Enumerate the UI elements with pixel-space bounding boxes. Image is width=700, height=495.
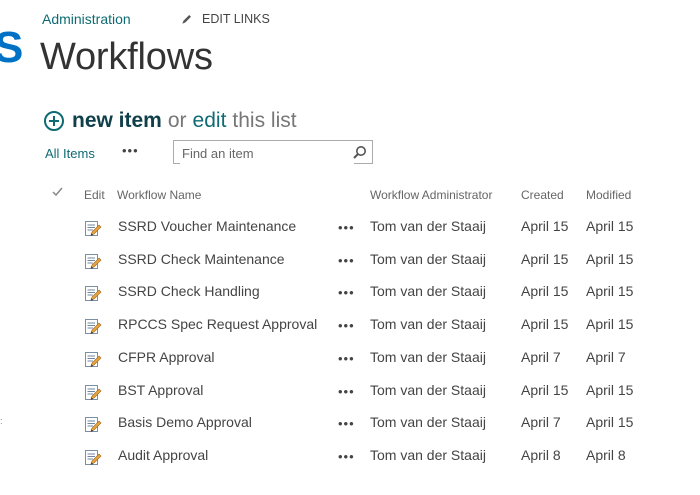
pencil-icon [182,15,191,24]
column-header-created[interactable]: Created [521,188,564,202]
table-row: BST Approval ••• Tom van der Staaij Apri… [0,382,700,415]
edit-document-icon[interactable] [84,351,102,369]
table-row: SSRD Voucher Maintenance ••• Tom van der… [0,218,700,251]
edit-list-link[interactable]: edit [193,109,227,133]
modified-date: April 7 [586,349,626,365]
table-row: SSRD Check Maintenance ••• Tom van der S… [0,251,700,284]
item-more-button[interactable]: ••• [338,285,355,300]
breadcrumb-site-link[interactable]: Administration [42,11,131,27]
site-logo-fragment: S [0,23,24,72]
page-title: Workflows [40,36,213,78]
item-more-button[interactable]: ••• [338,220,355,235]
view-all-items[interactable]: All Items [45,146,95,161]
edit-document-icon[interactable] [84,384,102,402]
column-header-workflow-name[interactable]: Workflow Name [117,188,201,202]
workflow-name-link[interactable]: SSRD Check Handling [118,283,260,299]
workflow-administrator: Tom van der Staaij [370,414,486,430]
column-header-modified[interactable]: Modified [586,188,631,202]
or-text: or [167,109,187,132]
item-more-button[interactable]: ••• [338,449,355,464]
item-more-button[interactable]: ••• [338,351,355,366]
workflow-name-link[interactable]: SSRD Check Maintenance [118,251,285,267]
edit-links-label: EDIT LINKS [202,12,270,26]
new-item-link[interactable]: new item [72,109,162,133]
created-date: April 8 [521,447,561,463]
workflow-name-link[interactable]: Basis Demo Approval [118,414,252,430]
item-more-button[interactable]: ••• [338,416,355,431]
edit-document-icon[interactable] [84,285,102,303]
view-more-button[interactable]: ••• [122,143,139,158]
modified-date: April 15 [586,382,634,398]
edit-document-icon[interactable] [84,253,102,271]
workflow-administrator: Tom van der Staaij [370,218,486,234]
workflow-administrator: Tom van der Staaij [370,349,486,365]
created-date: April 15 [521,251,569,267]
workflow-name-link[interactable]: SSRD Voucher Maintenance [118,218,296,234]
created-date: April 7 [521,414,561,430]
plus-circle-icon[interactable] [44,111,64,131]
table-row: SSRD Check Handling ••• Tom van der Staa… [0,283,700,316]
created-date: April 15 [521,382,569,398]
search-input[interactable] [180,142,354,164]
column-header-edit: Edit [84,188,105,202]
search-icon[interactable] [352,145,367,160]
modified-date: April 15 [586,251,634,267]
table-row: Basis Demo Approval ••• Tom van der Staa… [0,414,700,447]
modified-date: April 15 [586,414,634,430]
edit-document-icon[interactable] [84,416,102,434]
workflow-name-link[interactable]: CFPR Approval [118,349,214,365]
this-list-text: this list [232,109,297,132]
workflow-administrator: Tom van der Staaij [370,382,486,398]
created-date: April 15 [521,283,569,299]
created-date: April 7 [521,349,561,365]
column-header-workflow-administrator[interactable]: Workflow Administrator [370,188,492,202]
modified-date: April 8 [586,447,626,463]
workflow-administrator: Tom van der Staaij [370,447,486,463]
search-box [173,140,373,164]
modified-date: April 15 [586,316,634,332]
modified-date: April 15 [586,218,634,234]
table-row: RPCCS Spec Request Approval ••• Tom van … [0,316,700,349]
workflow-name-link[interactable]: BST Approval [118,382,203,398]
modified-date: April 15 [586,283,634,299]
workflow-administrator: Tom van der Staaij [370,283,486,299]
workflow-name-link[interactable]: RPCCS Spec Request Approval [118,316,317,332]
edit-document-icon[interactable] [84,220,102,238]
created-date: April 15 [521,218,569,234]
table-row: Audit Approval ••• Tom van der Staaij Ap… [0,447,700,480]
workflow-administrator: Tom van der Staaij [370,251,486,267]
item-more-button[interactable]: ••• [338,318,355,333]
workflow-administrator: Tom van der Staaij [370,316,486,332]
new-item-toolbar: new item or edit this list [44,109,297,133]
edit-document-icon[interactable] [84,318,102,336]
created-date: April 15 [521,316,569,332]
select-all-checkmark-icon[interactable] [52,186,63,197]
item-more-button[interactable]: ••• [338,384,355,399]
workflow-name-link[interactable]: Audit Approval [118,447,208,463]
table-row: CFPR Approval ••• Tom van der Staaij Apr… [0,349,700,382]
edit-links-button[interactable]: EDIT LINKS [181,12,270,26]
edit-document-icon[interactable] [84,449,102,467]
item-more-button[interactable]: ••• [338,253,355,268]
